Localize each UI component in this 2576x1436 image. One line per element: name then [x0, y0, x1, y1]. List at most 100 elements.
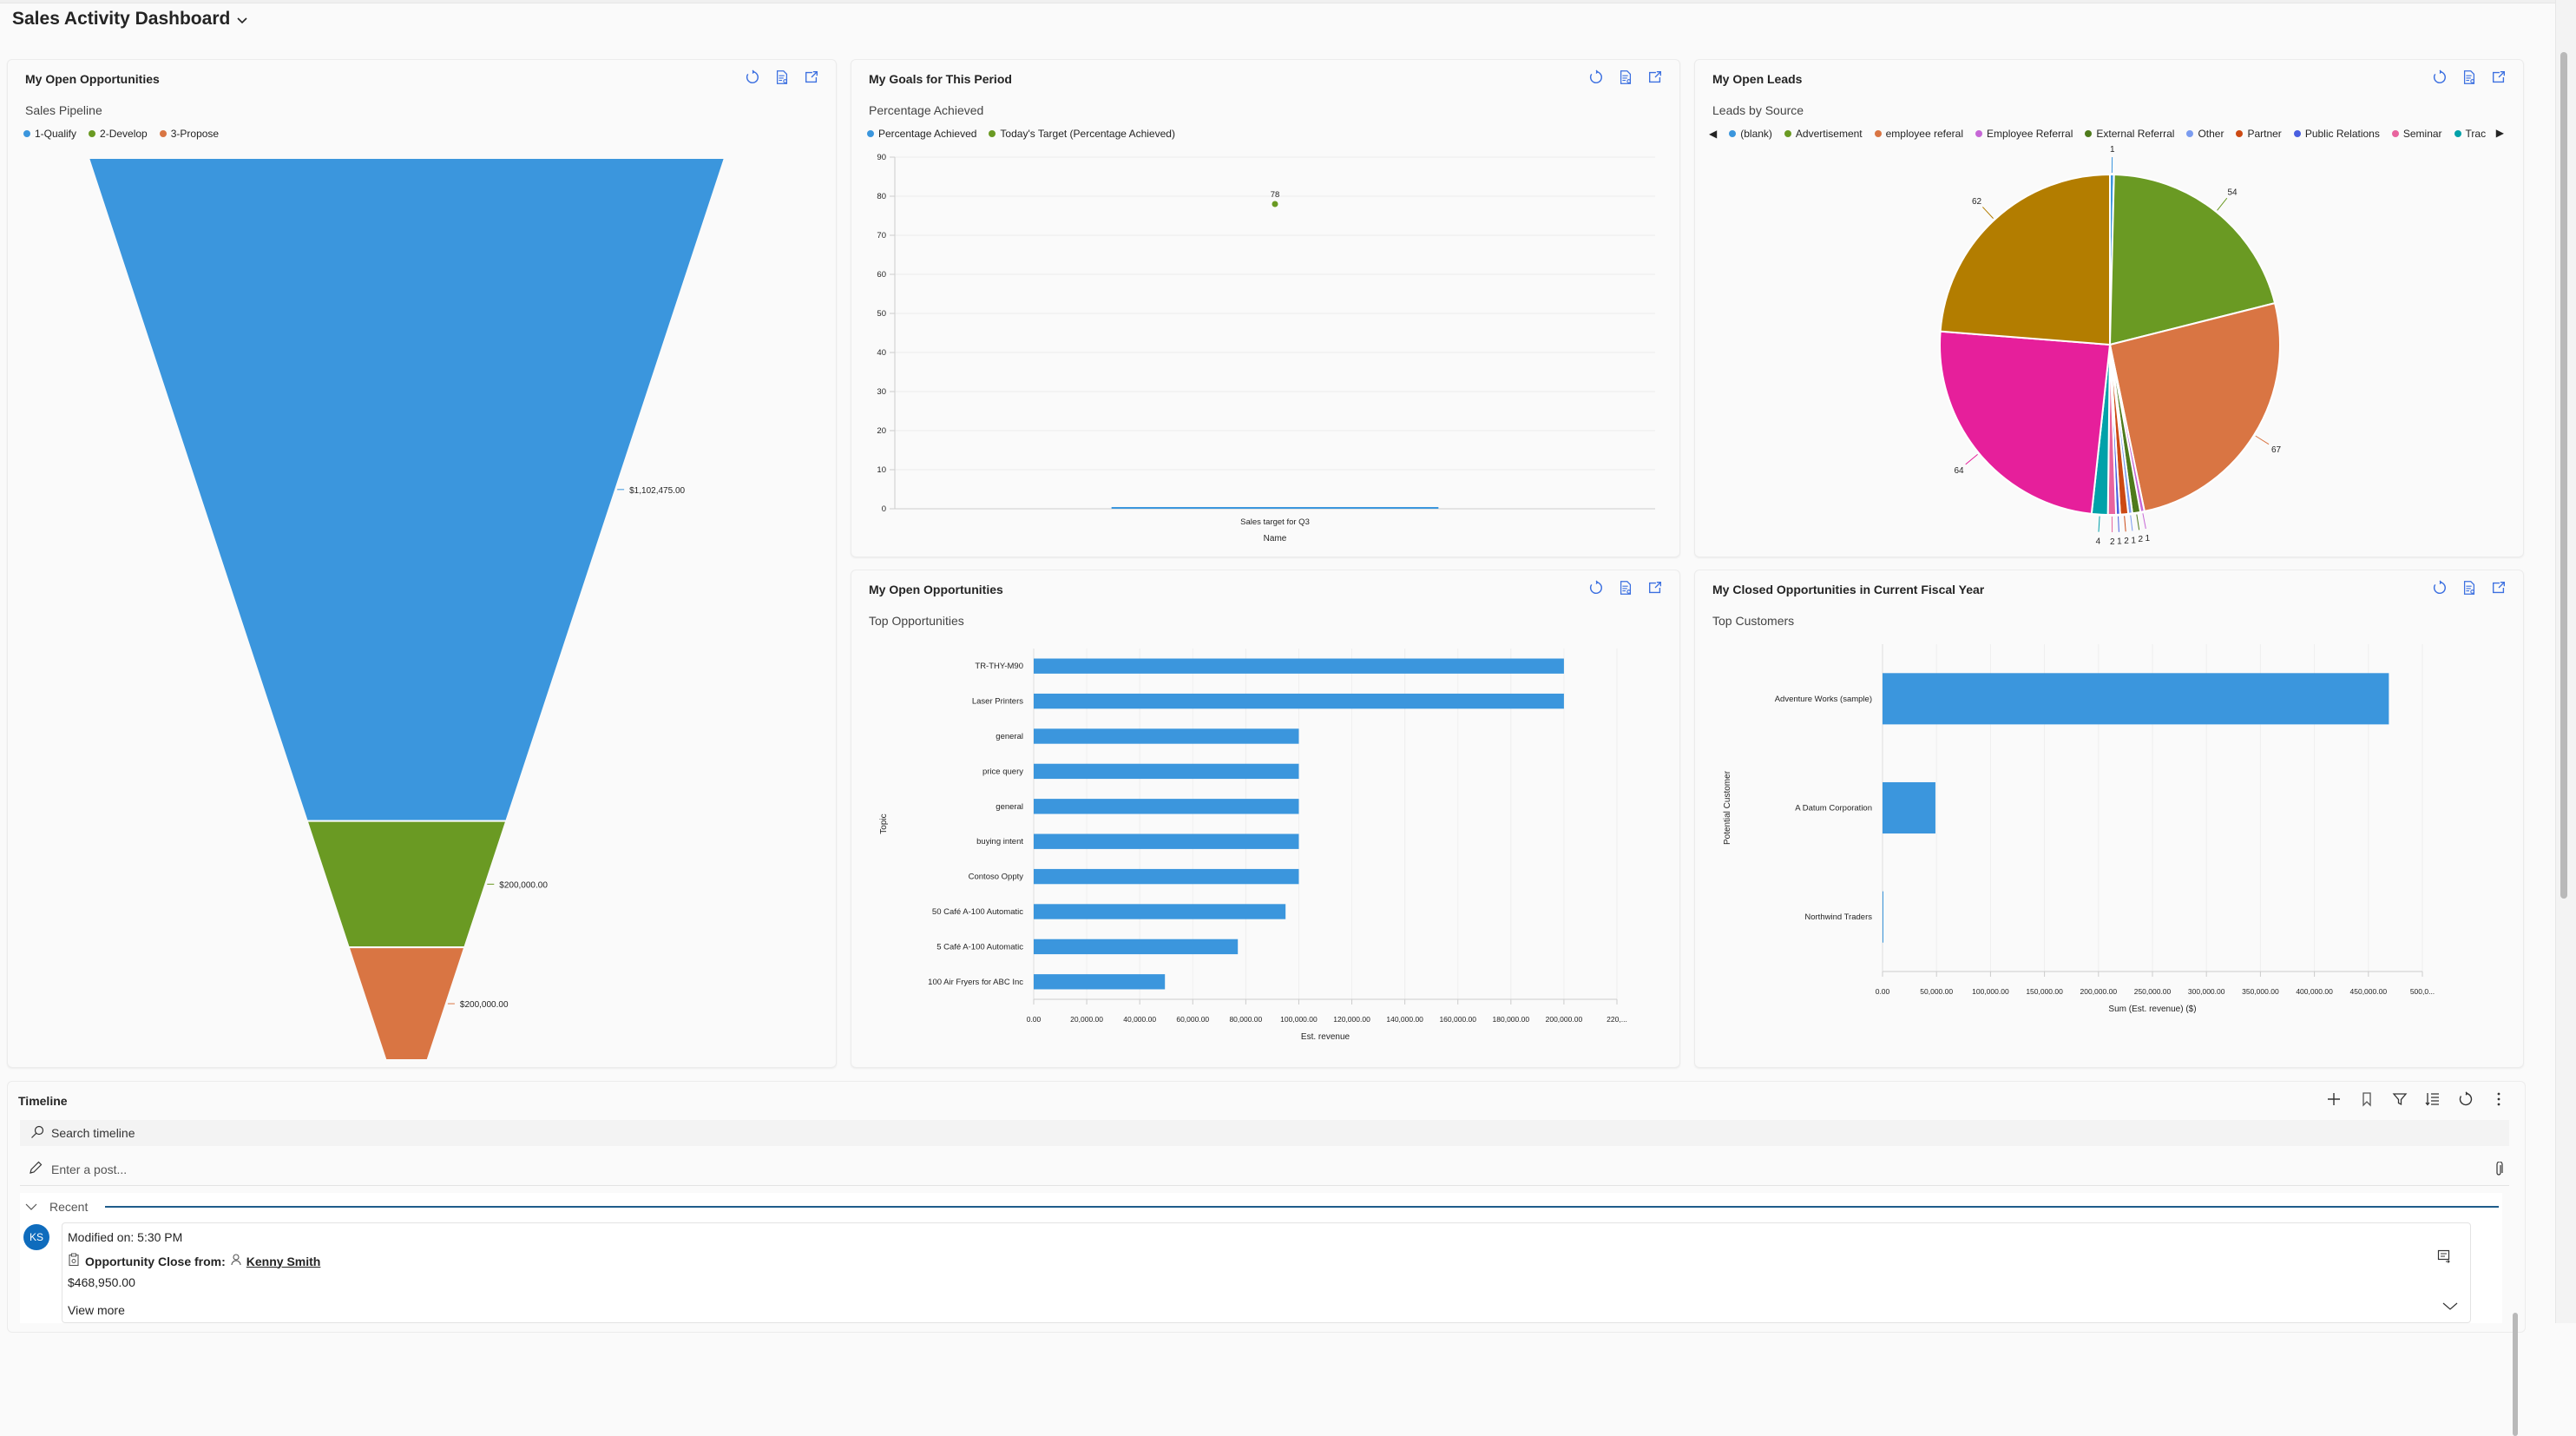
x-axis-title: Name [1264, 534, 1287, 543]
record-type: Opportunity Close from: [85, 1255, 226, 1268]
y-axis-title: Topic [879, 814, 889, 833]
bar [1034, 764, 1298, 779]
avatar[interactable]: KS [23, 1224, 49, 1250]
x-tick-label: 60,000.00 [1176, 1015, 1209, 1024]
bar [1034, 904, 1285, 919]
y-tick-label: 20 [877, 426, 886, 436]
y-tick-label: Laser Printers [972, 697, 1023, 707]
y-tick-label: 60 [877, 270, 886, 280]
x-tick-label: 220,... [1607, 1015, 1627, 1024]
y-tick-label: Northwind Traders [1804, 912, 1872, 922]
data-label: 1 [2131, 536, 2136, 545]
timeline-panel: Timeline Search timeline Enter a post...… [7, 1081, 2526, 1333]
pencil-icon [29, 1161, 43, 1177]
open-record-icon[interactable] [2437, 1249, 2451, 1268]
bar [1034, 869, 1298, 884]
divider [105, 1206, 2499, 1208]
data-label: 78 [1271, 190, 1280, 200]
y-tick-label: TR-THY-M90 [975, 662, 1023, 671]
top-bar [0, 0, 2576, 3]
target-point [1272, 201, 1278, 207]
card-leads: My Open Leads Leads by Source ◀ (blank)A… [1694, 59, 2524, 557]
timeline-search-input[interactable]: Search timeline [20, 1120, 2509, 1146]
record-amount: $468,950.00 [68, 1275, 135, 1289]
leader-line [1982, 207, 1993, 218]
leader-line [2143, 513, 2146, 529]
chevron-down-icon [237, 13, 247, 27]
x-tick-label: 100,000.00 [1280, 1015, 1318, 1024]
leader-line [2256, 436, 2269, 445]
x-tick-label: 20,000.00 [1070, 1015, 1103, 1024]
dashboard-selector[interactable]: Sales Activity Dashboard [12, 9, 247, 30]
y-tick-label: general [996, 732, 1023, 741]
bar-chart: 0.0020,000.0040,000.0060,000.0080,000.00… [851, 570, 1681, 1069]
x-tick-label: 180,000.00 [1493, 1015, 1530, 1024]
post-placeholder: Enter a post... [51, 1163, 127, 1176]
bar [1034, 659, 1564, 674]
y-tick-label: 0 [882, 504, 886, 514]
filter-icon[interactable] [2391, 1090, 2408, 1108]
y-tick-label: Contoso Oppty [969, 873, 1024, 882]
page-scrollbar-thumb[interactable] [2560, 52, 2567, 899]
sort-icon[interactable] [2424, 1090, 2441, 1108]
page-title: Sales Activity Dashboard [12, 9, 230, 30]
view-more-link[interactable]: View more [68, 1303, 125, 1317]
timeline-title: Timeline [18, 1094, 68, 1108]
person-link[interactable]: Kenny Smith [246, 1255, 321, 1268]
add-icon[interactable] [2325, 1090, 2343, 1108]
data-label: 64 [1954, 466, 1964, 476]
x-tick-label: 140,000.00 [1386, 1015, 1423, 1024]
data-label: 62 [1972, 197, 1982, 207]
attach-icon[interactable] [2494, 1162, 2504, 1180]
search-placeholder: Search timeline [51, 1126, 135, 1140]
x-tick-label: 80,000.00 [1229, 1015, 1262, 1024]
post-input[interactable]: Enter a post... [20, 1153, 2509, 1186]
expand-chevron-icon[interactable] [2442, 1300, 2458, 1315]
bar [1034, 939, 1238, 954]
recent-label: Recent [49, 1200, 88, 1214]
y-tick-label: 100 Air Fryers for ABC Inc [928, 978, 1023, 987]
pie-slice [1940, 332, 2110, 514]
search-icon [30, 1125, 44, 1142]
y-tick-label: 50 [877, 309, 886, 319]
y-tick-label: 50 Café A-100 Automatic [932, 907, 1023, 917]
x-tick-label: 0.00 [1027, 1015, 1042, 1024]
x-tick-label: 50,000.00 [1920, 987, 1953, 996]
data-label: 2 [2124, 537, 2129, 546]
leader-line [1966, 454, 1978, 464]
data-label: $1,102,475.00 [629, 486, 685, 496]
x-tick-label: 200,000.00 [1546, 1015, 1583, 1024]
data-label: 4 [2096, 537, 2101, 547]
pie-chart: 1546712121246462 [1695, 60, 2525, 558]
collapse-chevron-icon[interactable] [25, 1200, 37, 1214]
leader-line [2218, 198, 2227, 210]
y-tick-label: 70 [877, 231, 886, 240]
data-label: 1 [2145, 534, 2150, 543]
x-tick-label: 0.00 [1876, 987, 1890, 996]
bar-chart: 0.0050,000.00100,000.00150,000.00200,000… [1695, 570, 2525, 1069]
x-tick-label: 160,000.00 [1439, 1015, 1476, 1024]
leader-line [2137, 515, 2139, 530]
y-tick-label: 90 [877, 153, 886, 162]
y-tick-label: price query [982, 767, 1023, 776]
bar [1034, 799, 1298, 814]
y-tick-label: 30 [877, 387, 886, 397]
data-label: 2 [2138, 535, 2143, 544]
bookmark-icon[interactable] [2358, 1090, 2376, 1108]
bar [1034, 728, 1298, 743]
timeline-scrollbar[interactable] [2513, 1313, 2518, 1436]
x-tick-label: 300,000.00 [2188, 987, 2225, 996]
data-label: $200,000.00 [460, 1000, 509, 1010]
more-icon[interactable] [2490, 1090, 2507, 1108]
modified-on: Modified on: 5:30 PM [68, 1230, 182, 1244]
pie-slice [1941, 175, 2110, 345]
x-tick-label: 120,000.00 [1333, 1015, 1370, 1024]
timeline-record[interactable]: Modified on: 5:30 PM Opportunity Close f… [62, 1222, 2471, 1323]
bar [1034, 834, 1298, 849]
data-label: 1 [2117, 537, 2122, 547]
card-sales-pipeline: My Open Opportunities Sales Pipeline 1-Q… [7, 59, 837, 1068]
opportunity-close-icon [68, 1253, 80, 1269]
y-tick-label: A Datum Corporation [1795, 804, 1872, 814]
bar [1112, 507, 1439, 509]
refresh-icon[interactable] [2457, 1090, 2474, 1108]
